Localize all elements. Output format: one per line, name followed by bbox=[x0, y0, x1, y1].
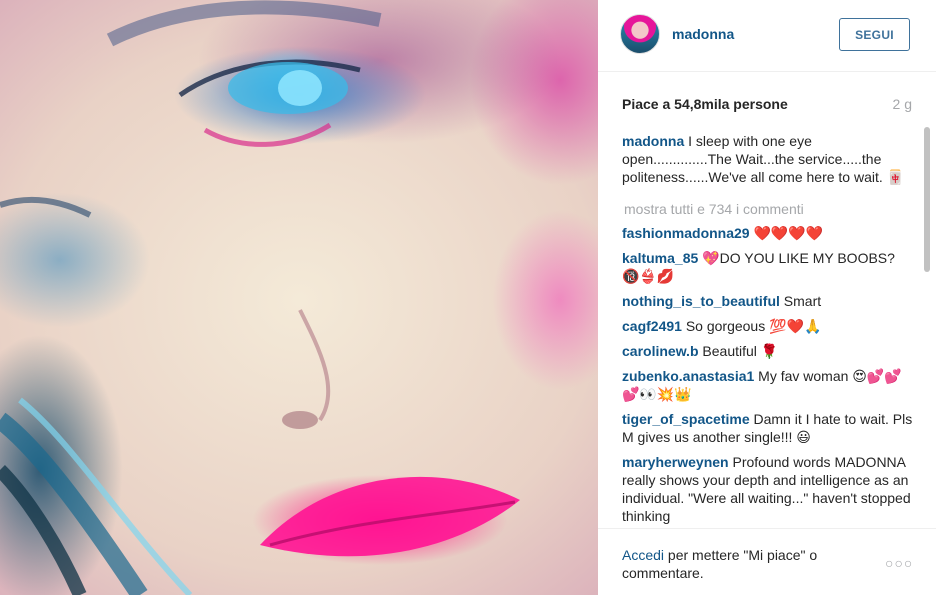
comment-user-link[interactable]: cagf2491 bbox=[622, 318, 682, 334]
comment-item: fashionmadonna29 ❤️❤️❤️❤️ bbox=[622, 224, 914, 242]
post-time[interactable]: 2 g bbox=[893, 96, 912, 112]
post-footer: Accedi per mettere "Mi piace" o commenta… bbox=[598, 528, 936, 595]
post-details-panel: madonna SEGUI Piace a 54,8mila persone 2… bbox=[598, 0, 936, 595]
comment-text: Smart bbox=[783, 293, 822, 309]
comment-user-link[interactable]: carolinew.b bbox=[622, 343, 699, 359]
follow-button[interactable]: SEGUI bbox=[839, 18, 910, 51]
login-prompt: Accedi per mettere "Mi piace" o commenta… bbox=[622, 546, 852, 582]
comment-user-link[interactable]: tiger_of_spacetime bbox=[622, 411, 750, 427]
portrait-photo-art bbox=[0, 0, 520, 595]
comment-item: kaltuma_85 💖DO YOU LIKE MY BOOBS? 🔞👙💋 bbox=[622, 249, 914, 285]
comments-list[interactable]: madonna I sleep with one eye open.......… bbox=[622, 132, 914, 527]
post-header: madonna SEGUI bbox=[598, 0, 936, 72]
username-link[interactable]: madonna bbox=[672, 26, 734, 42]
comment-user-link[interactable]: maryherweynen bbox=[622, 454, 729, 470]
comment-user-link[interactable]: fashionmadonna29 bbox=[622, 225, 750, 241]
comment-item: maryherweynen Profound words MADONNA rea… bbox=[622, 453, 914, 525]
comment-text: Beautiful 🌹 bbox=[702, 343, 779, 359]
load-more-comments-link[interactable]: mostra tutti e 734 i commenti bbox=[622, 200, 914, 218]
likes-count[interactable]: Piace a 54,8mila persone bbox=[622, 96, 788, 112]
comment-item: nothing_is_to_beautiful Smart bbox=[622, 292, 914, 310]
avatar[interactable] bbox=[620, 14, 660, 54]
comment-item: cagf2491 So gorgeous 💯❤️🙏 bbox=[622, 317, 914, 335]
comments-scrollbar[interactable] bbox=[922, 127, 932, 527]
comment-item: tiger_of_spacetime Damn it I hate to wai… bbox=[622, 410, 914, 446]
scrollbar-thumb[interactable] bbox=[924, 127, 930, 272]
comment-item: zubenko.anastasia1 My fav woman 😍💕💕💕👀💥👑 bbox=[622, 367, 914, 403]
comment-text: ❤️❤️❤️❤️ bbox=[753, 225, 824, 241]
comment-user-link[interactable]: zubenko.anastasia1 bbox=[622, 368, 754, 384]
caption: madonna I sleep with one eye open.......… bbox=[622, 132, 914, 186]
login-link[interactable]: Accedi bbox=[622, 547, 664, 563]
more-options-icon[interactable]: ○○○ bbox=[885, 555, 913, 571]
post-photo bbox=[0, 0, 598, 595]
comment-text: So gorgeous 💯❤️🙏 bbox=[685, 318, 822, 334]
comment-item: carolinew.b Beautiful 🌹 bbox=[622, 342, 914, 360]
comment-user-link[interactable]: nothing_is_to_beautiful bbox=[622, 293, 780, 309]
caption-user-link[interactable]: madonna bbox=[622, 133, 684, 149]
likes-row: Piace a 54,8mila persone 2 g bbox=[622, 94, 912, 114]
comment-user-link[interactable]: kaltuma_85 bbox=[622, 250, 698, 266]
